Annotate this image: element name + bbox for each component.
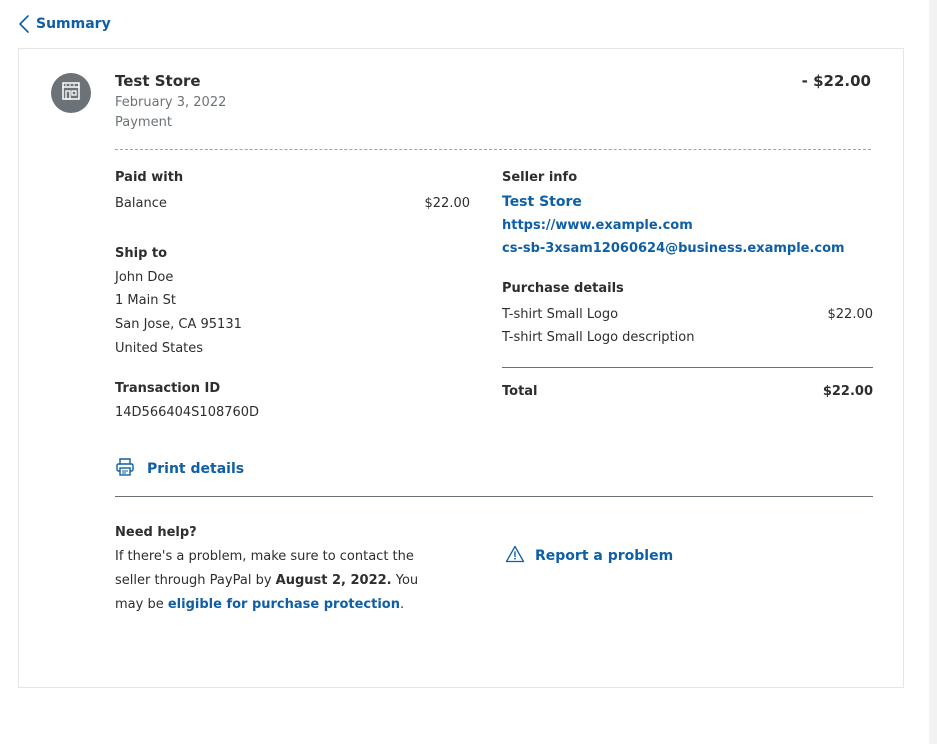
transaction-details-card: Test Store February 3, 2022 Payment - $2… [18,48,904,688]
seller-email-link[interactable]: cs-sb-3xsam12060624@business.example.com [502,241,845,256]
merchant-avatar [51,73,91,113]
seller-website-link[interactable]: https://www.example.com [502,218,693,233]
payment-method: Balance [115,196,167,211]
item-name: T-shirt Small Logo [502,307,619,322]
back-label: Summary [36,16,111,32]
seller-info-label: Seller info [502,170,578,185]
paid-with-label: Paid with [115,170,184,185]
transaction-amount: - $22.00 [801,72,871,90]
seller-name-link[interactable]: Test Store [502,194,582,210]
print-details-button[interactable]: Print details [115,457,244,481]
purchase-details-label: Purchase details [502,281,624,296]
chevron-left-icon [18,14,30,34]
total-divider [502,367,873,368]
transaction-id-value: 14D566404S108760D [115,405,260,420]
purchase-protection-link[interactable]: eligible for purchase protection [168,597,400,612]
header-divider [115,149,871,150]
total-value: $22.00 [822,384,873,399]
printer-icon [115,457,135,481]
page-scrollbar[interactable] [929,0,937,744]
merchant-name: Test Store [115,72,201,90]
section-divider [115,496,873,497]
transaction-id-label: Transaction ID [115,381,221,396]
total-label: Total [502,384,538,399]
ship-to-country: United States [115,341,204,356]
store-icon [60,80,82,106]
help-message: If there's a problem, make sure to conta… [115,545,435,617]
transaction-date: February 3, 2022 [115,95,227,110]
transaction-type: Payment [115,115,172,130]
report-problem-button[interactable]: Report a problem [505,545,673,567]
report-problem-label: Report a problem [535,548,674,564]
item-description: T-shirt Small Logo description [502,330,695,345]
back-to-summary-link[interactable]: Summary [18,14,111,34]
help-text-end: . [400,597,405,612]
item-price: $22.00 [827,307,874,322]
ship-to-name: John Doe [115,270,174,285]
warning-icon [505,545,525,567]
payment-amount: $22.00 [424,196,471,211]
ship-to-street: 1 Main St [115,293,176,308]
need-help-title: Need help? [115,525,197,540]
print-details-label: Print details [147,461,245,477]
ship-to-city: San Jose, CA 95131 [115,317,242,332]
help-deadline: August 2, 2022. [275,573,392,588]
ship-to-label: Ship to [115,246,168,261]
